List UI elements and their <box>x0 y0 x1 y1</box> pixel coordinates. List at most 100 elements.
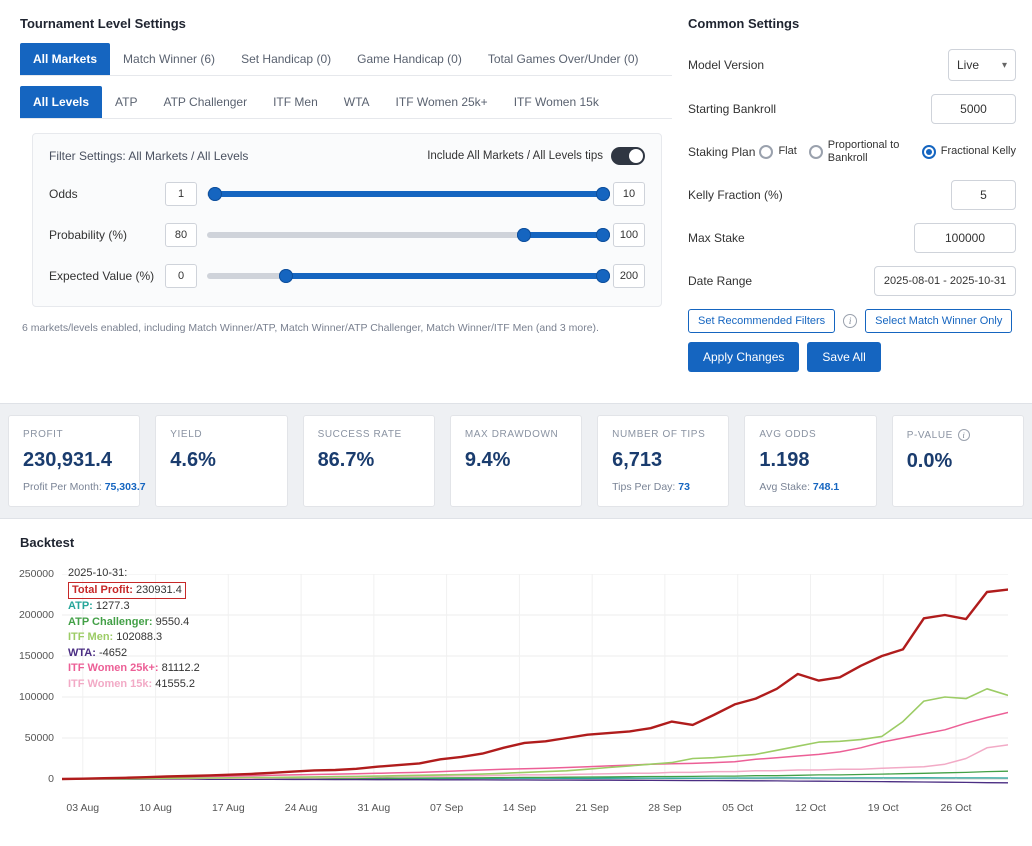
date-range-label: Date Range <box>688 274 753 288</box>
slider-min-input[interactable] <box>165 182 197 206</box>
set-recommended-filters-button[interactable]: Set Recommended Filters <box>688 309 836 333</box>
level-tab-atp[interactable]: ATP <box>102 86 150 118</box>
slider-handle-left[interactable] <box>207 187 222 201</box>
max-stake-input[interactable] <box>914 223 1016 253</box>
radio-icon[interactable] <box>921 145 936 159</box>
slider-max-input[interactable] <box>613 223 645 247</box>
kelly-fraction-input[interactable] <box>951 180 1016 210</box>
stat-card-success-rate: SUCCESS RATE 86.7% <box>302 415 435 507</box>
tooltip-entry-total-profit: Total Profit: 230931.4 <box>68 581 200 599</box>
stat-card-avg-odds: AVG ODDS 1.198 Avg Stake: 748.1 <box>744 415 877 507</box>
staking-plan-label: Staking Plan <box>688 145 756 159</box>
starting-bankroll-input[interactable] <box>931 94 1016 124</box>
kelly-fraction-label: Kelly Fraction (%) <box>688 188 783 202</box>
slider-handle-left[interactable] <box>279 269 294 283</box>
slider-label: Odds <box>49 187 78 201</box>
radio-icon[interactable] <box>808 145 823 159</box>
settings-section: Tournament Level Settings All Markets Mat… <box>0 0 1032 404</box>
level-tab-itf-women-25k[interactable]: ITF Women 25k+ <box>383 86 501 118</box>
slider-row-probability: Probability (%) <box>49 223 645 247</box>
chart-plot[interactable] <box>62 574 1008 791</box>
slider-handle-right[interactable] <box>596 187 610 201</box>
slider-max-input[interactable] <box>613 182 645 206</box>
starting-bankroll-label: Starting Bankroll <box>688 102 777 116</box>
x-tick-label: 17 Aug <box>211 802 245 814</box>
info-icon[interactable]: i <box>843 314 858 328</box>
slider-label: Probability (%) <box>49 228 128 242</box>
stat-value: 86.7% <box>317 449 375 471</box>
staking-option-proportional-to-bankroll[interactable]: Proportional to Bankroll <box>808 139 910 165</box>
stat-value: 0.0% <box>906 450 953 472</box>
y-tick-label: 250000 <box>18 568 54 580</box>
page: Tournament Level Settings All Markets Mat… <box>0 0 1032 846</box>
tab-match-winner-6[interactable]: Match Winner (6) <box>110 43 228 75</box>
level-tab-all-levels[interactable]: All Levels <box>20 86 103 118</box>
markets-enabled-note: 6 markets/levels enabled, including Matc… <box>22 322 599 334</box>
staking-option-flat[interactable]: Flat <box>759 145 797 159</box>
level-tab-atp-challenger[interactable]: ATP Challenger <box>150 86 260 118</box>
model-version-value: Live <box>957 58 980 72</box>
common-settings-panel: Common Settings Model Version Live ▾ Sta… <box>672 0 1032 403</box>
tournament-settings-title: Tournament Level Settings <box>20 16 186 31</box>
level-tabs: All Levels ATP ATP Challenger ITF Men WTA ITF… <box>20 86 672 119</box>
tooltip-entry-wta: WTA: -4652 <box>68 646 128 659</box>
slider-track[interactable] <box>207 187 610 201</box>
stat-value: 6,713 <box>612 449 663 471</box>
staking-plan-options: Flat Proportional to Bankroll Fractional K… <box>759 139 1016 165</box>
stat-value: 1.198 <box>759 449 810 471</box>
x-tick-label: 10 Aug <box>139 802 172 814</box>
x-tick-label: 28 Sep <box>648 802 682 814</box>
tab-set-handicap-0[interactable]: Set Handicap (0) <box>228 43 344 75</box>
filter-settings-box: Filter Settings: All Markets / All Level… <box>32 133 662 307</box>
x-tick-label: 05 Oct <box>722 802 754 814</box>
backtest-chart[interactable]: 0 50000 100000 150000 200000 250000 03 Aug 10 … <box>0 564 1032 836</box>
y-tick-label: 200000 <box>18 609 54 621</box>
slider-handle-right[interactable] <box>596 269 610 283</box>
stat-card-p-value: P-VALUE i 0.0% <box>891 415 1024 507</box>
slider-handle-left[interactable] <box>516 228 531 242</box>
select-match-winner-only-button[interactable]: Select Match Winner Only <box>865 309 1013 333</box>
stat-value: 9.4% <box>464 449 511 471</box>
save-all-button[interactable]: Save All <box>807 342 881 372</box>
slider-track[interactable] <box>207 228 610 242</box>
staking-option-fractional-kelly[interactable]: Fractional Kelly <box>921 145 1016 159</box>
tooltip-entry-itf-men: ITF Men: 102088.3 <box>68 631 163 643</box>
slider-track[interactable] <box>207 269 610 283</box>
tournament-level-settings-panel: Tournament Level Settings All Markets Mat… <box>0 0 672 403</box>
level-tab-itf-men[interactable]: ITF Men <box>260 86 331 118</box>
model-version-select[interactable]: Live ▾ <box>948 49 1016 81</box>
toggle-knob <box>629 149 643 163</box>
slider-min-input[interactable] <box>165 264 197 288</box>
tab-all-markets[interactable]: All Markets <box>20 43 111 75</box>
stat-sub: Tips Per Day: 73 <box>612 481 690 493</box>
info-icon[interactable]: i <box>957 429 970 441</box>
y-tick-label: 50000 <box>24 732 54 744</box>
stat-sub: Avg Stake: 748.1 <box>759 481 840 493</box>
x-tick-label: 03 Aug <box>66 802 100 814</box>
common-settings-title: Common Settings <box>688 16 800 31</box>
filter-settings-title: Filter Settings: All Markets / All Level… <box>49 149 249 163</box>
stat-card-max-drawdown: MAX DRAWDOWN 9.4% <box>449 415 583 507</box>
radio-icon[interactable] <box>759 145 774 159</box>
x-tick-label: 14 Sep <box>502 802 537 814</box>
max-stake-label: Max Stake <box>688 231 745 245</box>
stat-card-profit: PROFIT 230,931.4 Profit Per Month: 75,303.… <box>8 415 146 507</box>
slider-row-expected-value: Expected Value (%) <box>49 264 645 288</box>
slider-min-input[interactable] <box>165 223 197 247</box>
slider-handle-right[interactable] <box>596 228 610 242</box>
market-tabs: All Markets Match Winner (6) Set Handicap … <box>20 43 672 76</box>
level-tab-wta[interactable]: WTA <box>331 86 383 118</box>
level-tab-itf-women-15k[interactable]: ITF Women 15k <box>501 86 612 118</box>
include-tips-toggle[interactable] <box>611 147 645 165</box>
slider-max-input[interactable] <box>613 264 645 288</box>
chevron-down-icon: ▾ <box>1001 59 1007 71</box>
tab-game-handicap-0[interactable]: Game Handicap (0) <box>344 43 475 75</box>
apply-changes-button[interactable]: Apply Changes <box>688 342 800 372</box>
chart-tooltip: 2025-10-31: Total Profit: 230931.4 ATP: 12… <box>68 566 200 692</box>
date-range-input[interactable] <box>874 266 1016 296</box>
x-tick-label: 24 Aug <box>284 802 318 814</box>
stat-card-yield: YIELD 4.6% <box>155 415 288 507</box>
x-tick-label: 12 Oct <box>795 802 826 814</box>
tab-total-games-over-under-0[interactable]: Total Games Over/Under (0) <box>475 43 652 75</box>
x-tick-label: 26 Oct <box>940 802 972 814</box>
